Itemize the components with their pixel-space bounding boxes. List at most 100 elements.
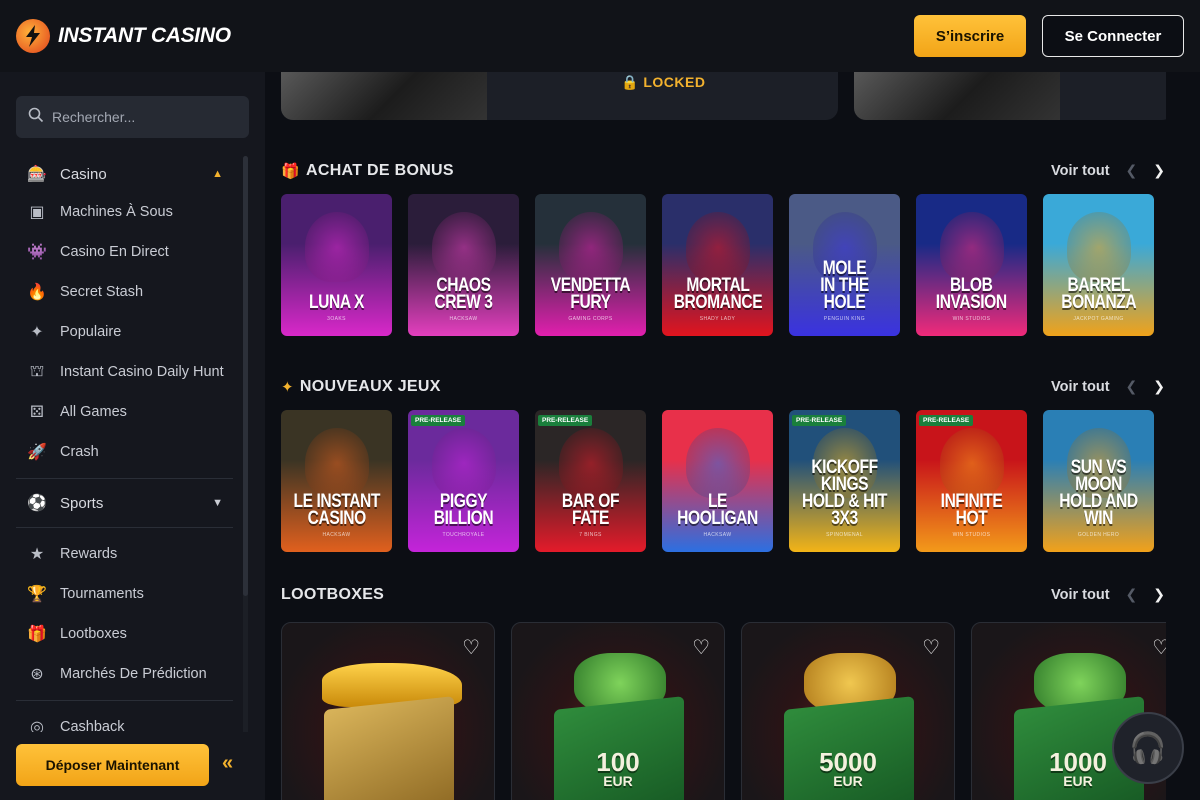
game-title: MORTAL BROMANCE [673, 275, 762, 313]
collapse-sidebar-icon[interactable]: « [222, 752, 233, 775]
search-box[interactable] [16, 96, 249, 138]
game-provider: GOLDEN HERO [1077, 532, 1120, 538]
lootbox-card[interactable]: ♡ 5000 EUR [741, 622, 955, 800]
nav-item-label: Secret Stash [60, 284, 144, 300]
game-tile[interactable]: PRE-RELEASE PIGGY BILLION TOUCHROYALE [408, 410, 519, 552]
game-tile[interactable]: PRE-RELEASE BAR OF FATE 7 BINGS [535, 410, 646, 552]
nav-item-label: Casino En Direct [60, 244, 169, 260]
see-all-loot: Voir tout ❮ ❯ [1051, 586, 1165, 603]
nav-rewards[interactable]: ★ Rewards [16, 534, 233, 574]
nav-casino[interactable]: 🎰 Casino ▲ [16, 156, 233, 192]
locked-text: LOCKED [643, 74, 706, 90]
see-all-link[interactable]: Voir tout [1051, 379, 1110, 395]
nav-item-label: Populaire [60, 324, 122, 340]
chevron-left-icon[interactable]: ❮ [1126, 378, 1138, 395]
game-art [939, 428, 1004, 498]
content-edge [1166, 72, 1200, 800]
game-title: VENDETTA FURY [550, 275, 631, 313]
trophy-icon: 🏆 [27, 586, 47, 603]
game-provider: TOUCHROYALE [442, 532, 485, 538]
top-header: INSTANT CASINO S’inscrire Se Connecter [0, 0, 1200, 72]
live-invader-icon: 👾 [27, 244, 47, 261]
game-tile[interactable]: LUNA X 3OAKS [281, 194, 392, 336]
logo[interactable]: INSTANT CASINO [16, 19, 231, 53]
nav-live-casino[interactable]: 👾 Casino En Direct [16, 232, 233, 272]
game-provider: 7 BINGS [579, 532, 602, 538]
gift-icon: 🎁 [281, 163, 300, 180]
game-provider: WIN STUDIOS [952, 532, 991, 538]
chevron-right-icon[interactable]: ❯ [1153, 378, 1165, 395]
game-provider: SHADY LADY [699, 316, 736, 322]
promo-card[interactable] [854, 72, 1174, 120]
lightning-logo-icon [16, 19, 50, 53]
game-provider: JACKPOT GAMING [1073, 316, 1124, 322]
lootbox-card[interactable]: ♡ [281, 622, 495, 800]
heart-favorite-icon[interactable]: ♡ [462, 635, 480, 660]
game-title: CHAOS CREW 3 [434, 275, 493, 313]
game-tile[interactable]: MOLE IN THE HOLE PENGUIN KING [789, 194, 900, 336]
chevron-left-icon[interactable]: ❮ [1126, 162, 1138, 179]
game-title: MOLE IN THE HOLE [820, 258, 869, 313]
deposit-button[interactable]: Déposer Maintenant [16, 744, 209, 786]
game-tile[interactable]: CHAOS CREW 3 HACKSAW [408, 194, 519, 336]
nav-tournaments[interactable]: 🏆 Tournaments [16, 574, 233, 614]
search-input[interactable] [52, 109, 232, 125]
nav-all-games[interactable]: ⚄ All Games [16, 392, 233, 432]
sidebar: 🎰 Casino ▲ ▣ Machines À Sous 👾 Casino En… [0, 72, 265, 800]
promo-card[interactable]: 🔒 LOCKED [281, 72, 838, 120]
chevron-right-icon[interactable]: ❯ [1153, 586, 1165, 603]
chevron-left-icon[interactable]: ❮ [1126, 586, 1138, 603]
game-tile[interactable]: LE INSTANT CASINO HACKSAW [281, 410, 392, 552]
nav-casino-label: Casino [60, 165, 107, 183]
auth-actions: S’inscrire Se Connecter [914, 15, 1184, 57]
see-all-new: Voir tout ❮ ❯ [1051, 378, 1165, 395]
game-tile[interactable]: PRE-RELEASE KICKOFF KINGS HOLD & HIT 3X3 S… [789, 410, 900, 552]
nav-item-label: Marchés De Prédiction [60, 666, 207, 682]
game-tile[interactable]: SUN VS MOON HOLD AND WIN GOLDEN HERO [1043, 410, 1154, 552]
sidebar-scrollbar[interactable] [243, 156, 248, 596]
game-provider: WIN STUDIOS [952, 316, 991, 322]
game-tile[interactable]: MORTAL BROMANCE SHADY LADY [662, 194, 773, 336]
game-tile[interactable]: LE HOOLIGAN HACKSAW [662, 410, 773, 552]
lootbox-card[interactable]: ♡ 100 EUR [511, 622, 725, 800]
nav-lootboxes[interactable]: 🎁 Lootboxes [16, 614, 233, 654]
game-tile[interactable]: PRE-RELEASE INFINITE HOT WIN STUDIOS [916, 410, 1027, 552]
nav-crash[interactable]: 🚀 Crash [16, 432, 233, 472]
game-art [558, 428, 623, 498]
game-title: LE INSTANT CASINO [293, 491, 380, 529]
lootbox-crate [324, 696, 454, 800]
signup-button[interactable]: S’inscrire [914, 15, 1026, 57]
nav-sports[interactable]: ⚽ Sports ▼ [16, 485, 233, 521]
section-title-loot: LOOTBOXES [281, 586, 384, 604]
nav-popular[interactable]: ✦ Populaire [16, 312, 233, 352]
all-games-icon: ⚄ [30, 404, 44, 421]
nav-secret-stash[interactable]: 🔥 Secret Stash [16, 272, 233, 312]
nav-machines[interactable]: ▣ Machines À Sous [16, 192, 233, 232]
slot-machine-icon: ▣ [29, 204, 45, 221]
divider [16, 527, 233, 528]
support-headset-icon[interactable]: 🎧 [1112, 712, 1184, 784]
game-tile[interactable]: BARREL BONANZA JACKPOT GAMING [1043, 194, 1154, 336]
chevron-right-icon[interactable]: ❯ [1153, 162, 1165, 179]
section-title-text: LOOTBOXES [281, 586, 385, 603]
nav-prediction-markets[interactable]: ⊛ Marchés De Prédiction [16, 654, 233, 694]
game-title: PIGGY BILLION [433, 491, 494, 529]
heart-favorite-icon[interactable]: ♡ [692, 635, 710, 660]
login-button[interactable]: Se Connecter [1042, 15, 1184, 57]
game-title: BARREL BONANZA [1060, 275, 1137, 313]
game-provider: 3OAKS [327, 316, 346, 322]
nav-item-label: Lootboxes [60, 626, 127, 642]
game-provider: PENGUIN KING [823, 316, 866, 322]
flame-icon: 🔥 [27, 284, 47, 301]
lootbox-amount: 100 EUR [512, 749, 724, 789]
search-icon [28, 107, 44, 128]
game-tile[interactable]: VENDETTA FURY GAMING CORPS [535, 194, 646, 336]
game-art [685, 212, 750, 282]
see-all-link[interactable]: Voir tout [1051, 163, 1110, 179]
nav-daily-hunt[interactable]: ⛫ Instant Casino Daily Hunt [16, 352, 233, 392]
game-tile[interactable]: BLOB INVASION WIN STUDIOS [916, 194, 1027, 336]
nav-sports-label: Sports [60, 494, 104, 512]
see-all-link[interactable]: Voir tout [1051, 587, 1110, 603]
heart-favorite-icon[interactable]: ♡ [922, 635, 940, 660]
rocket-icon: 🚀 [27, 444, 47, 461]
